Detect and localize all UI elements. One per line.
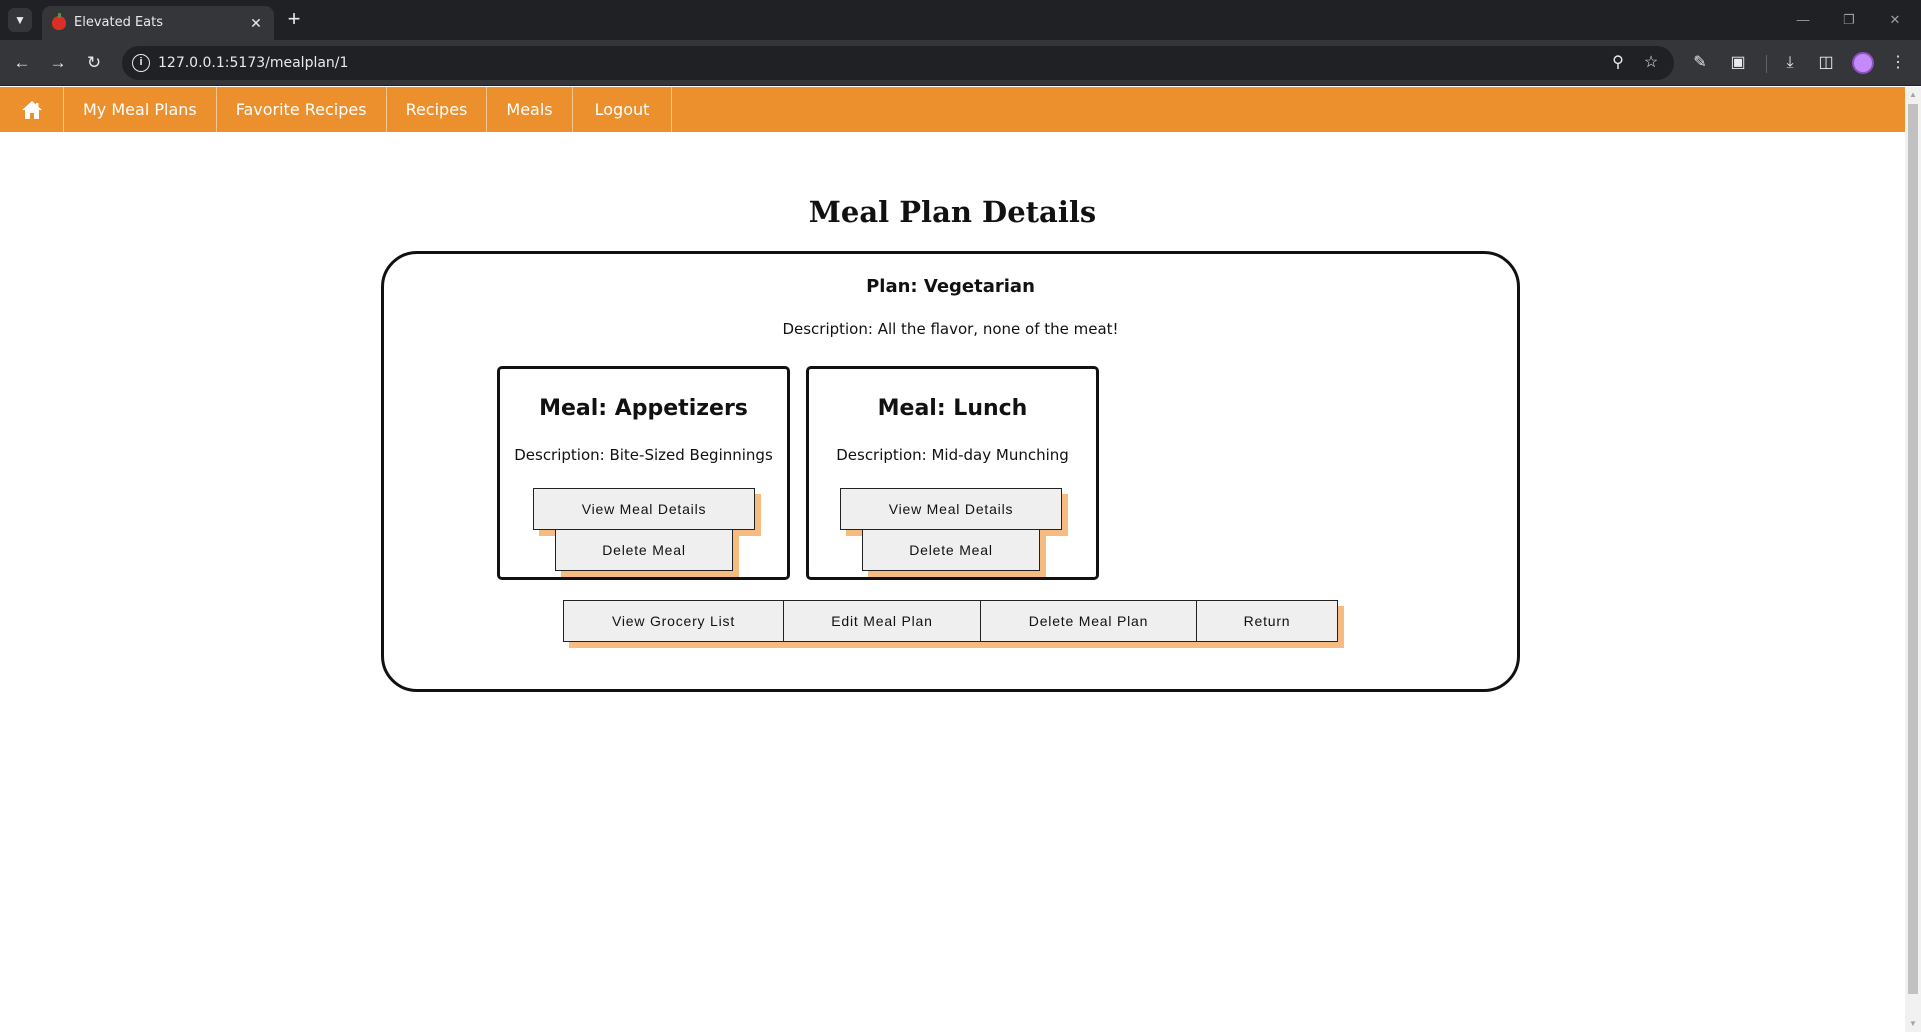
reload-icon[interactable]: ↻ <box>82 51 106 75</box>
browser-tabstrip: ▼ Elevated Eats ✕ + — ❐ ✕ <box>0 0 1921 40</box>
url-text[interactable]: 127.0.0.1:5173/mealplan/1 <box>158 55 348 71</box>
app-navbar: My Meal Plans Favorite Recipes Recipes M… <box>0 87 1905 132</box>
home-icon <box>21 100 42 119</box>
nav-meals[interactable]: Meals <box>487 87 573 132</box>
delete-meal-button[interactable]: Delete Meal <box>862 529 1040 571</box>
view-grocery-list-button[interactable]: View Grocery List <box>563 600 784 642</box>
scroll-up-arrow-icon[interactable]: ▲ <box>1905 87 1921 103</box>
profile-avatar[interactable] <box>1852 52 1874 74</box>
tab-close-icon[interactable]: ✕ <box>246 13 266 33</box>
site-info-icon[interactable]: i <box>132 54 150 72</box>
meal-card: Meal: Lunch Description: Mid-day Munchin… <box>806 366 1099 580</box>
return-button[interactable]: Return <box>1196 600 1338 642</box>
meal-description: Description: Mid-day Munching <box>836 446 1069 464</box>
view-meal-details-button[interactable]: View Meal Details <box>840 488 1062 530</box>
tab-search-chevron-icon[interactable]: ▼ <box>8 8 32 32</box>
meal-description: Description: Bite-Sized Beginnings <box>514 446 773 464</box>
downloads-icon[interactable]: ⤓ <box>1778 51 1802 75</box>
address-bar[interactable]: i 127.0.0.1:5173/mealplan/1 ⚲ ☆ <box>122 46 1674 80</box>
extensions-puzzle-icon[interactable]: ▣ <box>1726 51 1750 75</box>
new-tab-icon[interactable]: + <box>282 8 306 32</box>
plan-description: Description: All the flavor, none of the… <box>782 320 1119 338</box>
delete-meal-button[interactable]: Delete Meal <box>555 529 733 571</box>
browser-tab[interactable]: Elevated Eats ✕ <box>42 6 274 40</box>
page-title: Meal Plan Details <box>808 195 1097 229</box>
nav-logout[interactable]: Logout <box>573 87 673 132</box>
nav-recipes[interactable]: Recipes <box>387 87 488 132</box>
back-arrow-icon[interactable]: ← <box>10 51 34 75</box>
restore-window-icon[interactable]: ❐ <box>1826 6 1872 34</box>
side-panel-icon[interactable]: ◫ <box>1814 51 1838 75</box>
bookmark-star-icon[interactable]: ☆ <box>1641 53 1661 73</box>
tab-title: Elevated Eats <box>74 15 164 30</box>
view-meal-details-button[interactable]: View Meal Details <box>533 488 755 530</box>
page-scrollbar[interactable]: ▲ ▼ <box>1905 87 1921 1032</box>
browser-toolbar: ← → ↻ i 127.0.0.1:5173/mealplan/1 ⚲ ☆ ✎ … <box>0 40 1921 86</box>
meal-plan-card: Plan: Vegetarian Description: All the fl… <box>381 251 1520 692</box>
toolbar-divider <box>1766 55 1767 73</box>
nav-favorite-recipes[interactable]: Favorite Recipes <box>217 87 387 132</box>
nav-home-button[interactable] <box>0 87 64 132</box>
forward-arrow-icon[interactable]: → <box>46 51 70 75</box>
scroll-thumb[interactable] <box>1908 104 1918 994</box>
browser-menu-icon[interactable]: ⋮ <box>1886 51 1910 75</box>
nav-my-meal-plans[interactable]: My Meal Plans <box>64 87 217 132</box>
scroll-down-arrow-icon[interactable]: ▼ <box>1905 1016 1921 1032</box>
extension-brush-icon[interactable]: ✎ <box>1688 51 1712 75</box>
delete-meal-plan-button[interactable]: Delete Meal Plan <box>980 600 1197 642</box>
meal-card: Meal: Appetizers Description: Bite-Sized… <box>497 366 790 580</box>
plan-name: Plan: Vegetarian <box>866 276 1035 297</box>
meal-title: Meal: Lunch <box>877 396 1028 421</box>
zoom-icon[interactable]: ⚲ <box>1608 53 1628 73</box>
apple-favicon-icon <box>52 13 66 30</box>
minimize-window-icon[interactable]: — <box>1780 6 1826 34</box>
meal-title: Meal: Appetizers <box>539 396 748 421</box>
close-window-icon[interactable]: ✕ <box>1872 6 1918 34</box>
edit-meal-plan-button[interactable]: Edit Meal Plan <box>783 600 981 642</box>
page-viewport: My Meal Plans Favorite Recipes Recipes M… <box>0 87 1905 1032</box>
